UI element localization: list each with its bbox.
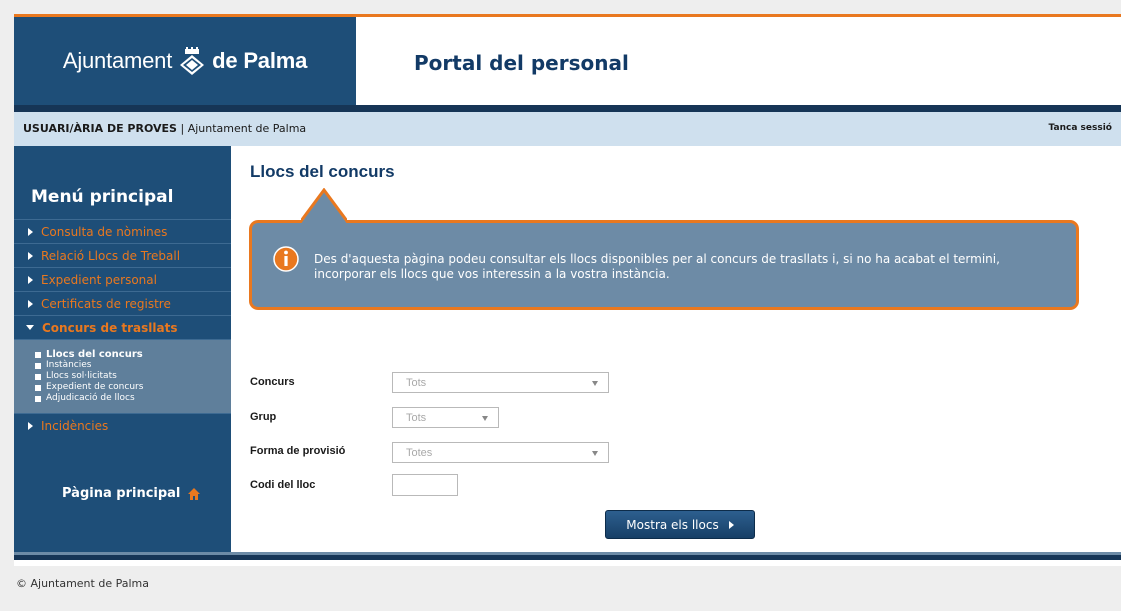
page-title: Llocs del concurs <box>250 162 395 181</box>
bullet-icon <box>35 362 41 369</box>
grup-select[interactable]: Tots <box>392 407 499 428</box>
concurs-label: Concurs <box>250 376 295 388</box>
info-callout: Des d'aquesta pàgina podeu consultar els… <box>249 220 1079 310</box>
codi-lloc-label: Codi del lloc <box>250 479 316 491</box>
sidebar-item-expedient-personal[interactable]: Expedient personal <box>14 267 231 291</box>
forma-provisio-label: Forma de provisió <box>250 445 346 457</box>
sidebar-item-label: Expedient personal <box>41 272 157 287</box>
sidebar-item-label: Consulta de nòmines <box>41 224 168 239</box>
sidebar-item-consulta-nomines[interactable]: Consulta de nòmines <box>14 219 231 243</box>
logo[interactable]: Ajuntament de Palma <box>14 17 356 105</box>
sidebar-item-incidencies[interactable]: Incidències <box>14 413 231 437</box>
menu-list: Consulta de nòmines Relació Llocs de Tre… <box>14 219 231 437</box>
concurs-select-value: Tots <box>406 377 427 389</box>
portal-title: Portal del personal <box>414 51 629 75</box>
sidebar: Menú principal Consulta de nòmines Relac… <box>14 146 231 552</box>
submenu-item-label: Llocs del concurs <box>46 349 143 360</box>
show-llocs-button[interactable]: Mostra els llocs <box>605 510 755 539</box>
submenu-item-adjudicacio-llocs[interactable]: Adjudicació de llocs <box>14 393 231 404</box>
info-text: Des d'aquesta pàgina podeu consultar els… <box>314 252 1000 281</box>
emblem-icon <box>180 47 205 75</box>
menu-title: Menú principal <box>31 187 174 207</box>
page: Ajuntament de Palma Portal del personal … <box>14 14 1121 566</box>
callout-pointer <box>301 188 347 224</box>
chevron-right-icon <box>28 251 33 260</box>
submenu-item-label: Adjudicació de llocs <box>46 393 135 403</box>
forma-provisio-select-value: Totes <box>406 447 433 459</box>
sidebar-item-certificats-registre[interactable]: Certificats de registre <box>14 291 231 315</box>
logout-link[interactable]: Tanca sessió <box>1049 123 1112 133</box>
home-icon <box>188 487 201 500</box>
bullet-icon <box>35 384 41 391</box>
bullet-icon <box>35 373 41 380</box>
chevron-right-icon <box>28 299 33 308</box>
chevron-down-icon <box>482 416 488 421</box>
user-separator: | <box>176 122 188 135</box>
user-name: USUARI/ÀRIA DE PROVES <box>23 122 177 135</box>
sidebar-item-concurs-trasllats[interactable]: Concurs de trasllats <box>14 315 231 340</box>
logo-text-light: Ajuntament <box>62 48 173 73</box>
bullet-icon <box>35 395 41 402</box>
sidebar-item-relacio-llocs[interactable]: Relació Llocs de Treball <box>14 243 231 267</box>
chevron-down-icon <box>26 325 34 330</box>
submenu-item-instancies[interactable]: Instàncies <box>14 360 231 371</box>
logo-text-bold: de Palma <box>212 48 308 73</box>
grup-select-value: Tots <box>406 412 427 424</box>
grup-label: Grup <box>250 411 277 423</box>
footer-copyright: © Ajuntament de Palma <box>16 577 149 590</box>
submenu-item-label: Expedient de concurs <box>46 382 144 392</box>
sidebar-item-label: Incidències <box>41 418 109 433</box>
codi-lloc-input[interactable] <box>392 474 458 496</box>
chevron-right-icon <box>28 421 33 430</box>
header-divider <box>14 105 1121 112</box>
concurs-select[interactable]: Tots <box>392 372 609 393</box>
submenu-item-expedient-concurs[interactable]: Expedient de concurs <box>14 382 231 393</box>
main-content: Llocs del concurs Des d'aquesta pàgina p… <box>231 146 1121 552</box>
footer-divider-dark <box>14 555 1121 560</box>
user-bar: USUARI/ÀRIA DE PROVES | Ajuntament de Pa… <box>14 112 1121 146</box>
user-info: USUARI/ÀRIA DE PROVES | Ajuntament de Pa… <box>23 122 306 135</box>
submenu-item-label: Llocs sol·licitats <box>46 371 117 381</box>
chevron-right-icon <box>28 275 33 284</box>
info-icon <box>273 246 299 272</box>
home-link[interactable]: Pàgina principal <box>62 486 201 501</box>
chevron-down-icon <box>592 451 598 456</box>
forma-provisio-select[interactable]: Totes <box>392 442 609 463</box>
submenu-item-llocs-concurs[interactable]: Llocs del concurs <box>14 349 231 360</box>
home-link-label: Pàgina principal <box>62 486 181 501</box>
sidebar-item-label: Certificats de registre <box>41 296 171 311</box>
user-organization: Ajuntament de Palma <box>187 122 307 135</box>
sidebar-item-label: Concurs de trasllats <box>42 320 178 335</box>
bullet-icon <box>35 351 41 358</box>
chevron-right-icon <box>728 520 734 529</box>
submenu: Llocs del concurs Instàncies Llocs sol·l… <box>14 340 231 413</box>
submenu-item-label: Instàncies <box>46 360 92 370</box>
show-llocs-button-label: Mostra els llocs <box>626 517 719 532</box>
sidebar-item-label: Relació Llocs de Treball <box>41 248 181 263</box>
chevron-down-icon <box>592 381 598 386</box>
chevron-right-icon <box>28 227 33 236</box>
submenu-item-llocs-sollicitats[interactable]: Llocs sol·licitats <box>14 371 231 382</box>
